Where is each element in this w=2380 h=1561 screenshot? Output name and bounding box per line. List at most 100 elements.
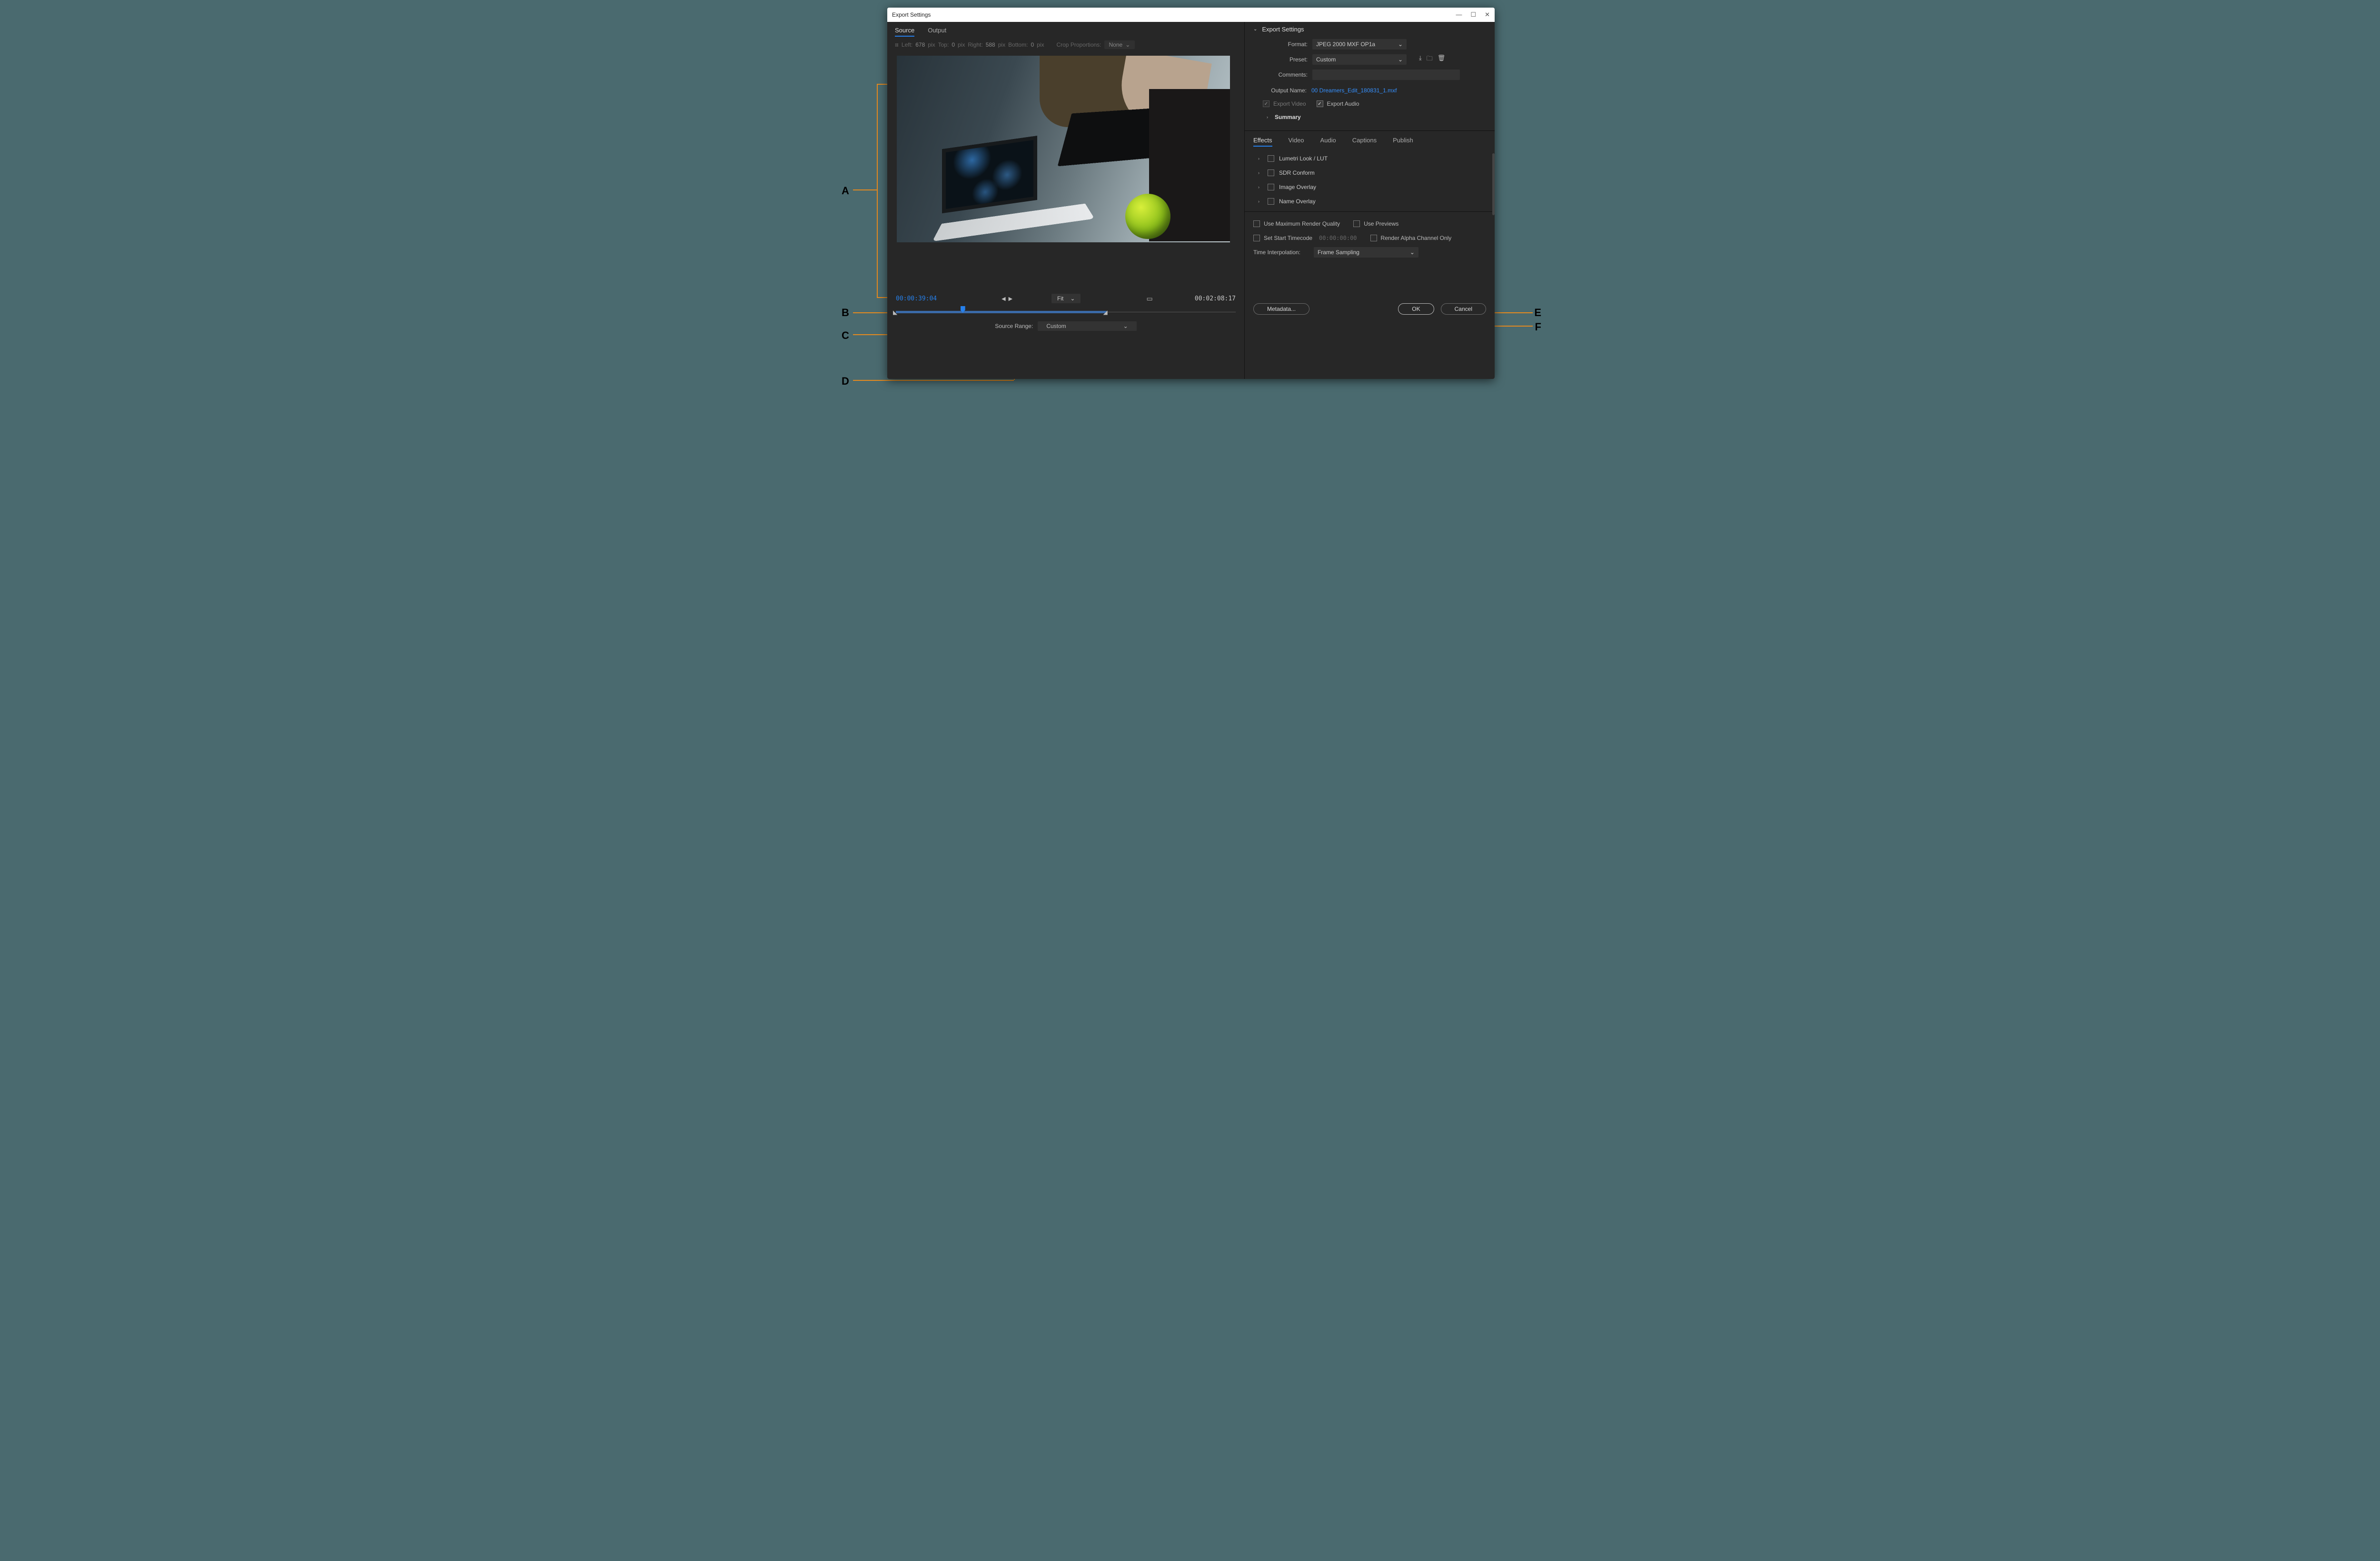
- annotation-line: [853, 189, 877, 190]
- max-render-quality-label: Use Maximum Render Quality: [1264, 220, 1340, 227]
- tab-video[interactable]: Video: [1289, 137, 1304, 147]
- save-preset-icon[interactable]: ⤓: [1419, 54, 1422, 65]
- time-interpolation-dropdown[interactable]: Frame Sampling ⌄: [1314, 247, 1418, 258]
- effect-lumetri-label: Lumetri Look / LUT: [1279, 155, 1328, 162]
- annotation-line: [877, 84, 878, 297]
- source-range-label: Source Range:: [995, 323, 1033, 329]
- minimize-icon[interactable]: —: [1456, 11, 1462, 19]
- effect-name-overlay-checkbox[interactable]: [1268, 198, 1274, 205]
- crop-top-label: Top:: [938, 41, 949, 48]
- export-video-label: Export Video: [1273, 100, 1306, 107]
- export-audio-checkbox[interactable]: [1317, 100, 1323, 107]
- chevron-right-icon: ›: [1258, 156, 1263, 161]
- effect-lumetri[interactable]: › Lumetri Look / LUT: [1256, 151, 1491, 166]
- tab-output[interactable]: Output: [928, 27, 946, 37]
- timecode-current[interactable]: 00:00:39:04: [896, 295, 937, 302]
- window-title: Export Settings: [892, 11, 931, 18]
- zoom-value: Fit: [1057, 295, 1063, 302]
- crop-icon[interactable]: ⌗: [895, 41, 899, 49]
- zoom-dropdown[interactable]: Fit ⌄: [1051, 294, 1081, 303]
- timeline[interactable]: ◣ ◢: [896, 307, 1236, 318]
- export-audio-label: Export Audio: [1327, 100, 1359, 107]
- output-name-link[interactable]: 00 Dreamers_Edit_180831_1.mxf: [1311, 87, 1397, 94]
- preview-area[interactable]: [897, 56, 1230, 242]
- crop-right-unit: pix: [998, 41, 1005, 48]
- annotation-line: [853, 380, 1014, 381]
- format-label: Format:: [1270, 41, 1308, 48]
- effects-list: › Lumetri Look / LUT › SDR Conform › Ima…: [1245, 149, 1495, 211]
- format-value: JPEG 2000 MXF OP1a: [1316, 41, 1375, 48]
- time-interpolation-label: Time Interpolation:: [1253, 249, 1300, 256]
- preview-image: [897, 56, 1230, 242]
- use-previews-checkbox[interactable]: [1353, 220, 1360, 227]
- comments-input[interactable]: [1312, 70, 1460, 80]
- effect-lumetri-checkbox[interactable]: [1268, 155, 1274, 162]
- chevron-right-icon: ›: [1258, 170, 1263, 175]
- crop-proportions-value: None: [1109, 41, 1123, 48]
- comments-label: Comments:: [1270, 71, 1308, 78]
- crop-proportions-dropdown[interactable]: None ⌄: [1104, 40, 1135, 49]
- preset-value: Custom: [1316, 56, 1336, 63]
- tab-captions[interactable]: Captions: [1352, 137, 1377, 147]
- crop-right-label: Right:: [968, 41, 982, 48]
- max-render-quality-checkbox[interactable]: [1253, 220, 1260, 227]
- delete-preset-icon[interactable]: 🗑: [1438, 54, 1446, 65]
- summary-label[interactable]: Summary: [1275, 114, 1301, 120]
- tab-audio[interactable]: Audio: [1320, 137, 1336, 147]
- aspect-ratio-icon[interactable]: ▭: [1146, 295, 1152, 303]
- export-video-checkbox: [1263, 100, 1269, 107]
- effect-image-overlay-checkbox[interactable]: [1268, 184, 1274, 190]
- preset-dropdown[interactable]: Custom ⌄: [1312, 54, 1407, 65]
- import-preset-icon[interactable]: 🗀: [1427, 54, 1433, 65]
- chevron-down-icon: ⌄: [1410, 249, 1415, 256]
- chevron-right-icon[interactable]: ›: [1267, 115, 1268, 119]
- annotation-D: D: [842, 375, 849, 388]
- format-dropdown[interactable]: JPEG 2000 MXF OP1a ⌄: [1312, 39, 1407, 50]
- set-start-timecode-value: 00:00:00:00: [1319, 235, 1357, 241]
- chevron-down-icon: ⌄: [1125, 41, 1130, 48]
- use-previews-label: Use Previews: [1364, 220, 1398, 227]
- titlebar[interactable]: Export Settings — ☐ ✕: [887, 8, 1495, 22]
- source-range-value: Custom: [1046, 323, 1066, 329]
- source-range-dropdown[interactable]: Custom ⌄: [1038, 321, 1136, 331]
- tab-effects[interactable]: Effects: [1253, 137, 1272, 147]
- ok-button[interactable]: OK: [1398, 303, 1434, 315]
- in-point-handle[interactable]: ◣: [893, 309, 899, 316]
- metadata-button[interactable]: Metadata...: [1253, 303, 1309, 315]
- tab-source[interactable]: Source: [895, 27, 914, 37]
- out-point-handle[interactable]: ◢: [1103, 309, 1109, 316]
- crop-bottom-label: Bottom:: [1008, 41, 1028, 48]
- crop-top-value[interactable]: 0: [952, 41, 955, 48]
- chevron-down-icon[interactable]: ⌄: [1253, 27, 1257, 32]
- close-icon[interactable]: ✕: [1485, 11, 1490, 19]
- set-start-timecode-label: Set Start Timecode: [1264, 235, 1312, 241]
- timecode-duration: 00:02:08:17: [1195, 295, 1236, 302]
- crop-left-value[interactable]: 678: [915, 41, 925, 48]
- output-name-label: Output Name:: [1263, 87, 1307, 94]
- crop-right-value[interactable]: 588: [986, 41, 995, 48]
- scrollbar[interactable]: [1492, 153, 1495, 215]
- chevron-down-icon: ⌄: [1398, 41, 1403, 48]
- render-alpha-label: Render Alpha Channel Only: [1381, 235, 1452, 241]
- effect-sdr[interactable]: › SDR Conform: [1256, 166, 1491, 180]
- set-start-timecode-checkbox[interactable]: [1253, 235, 1260, 241]
- crop-bottom-value[interactable]: 0: [1031, 41, 1034, 48]
- effect-name-overlay-label: Name Overlay: [1279, 198, 1316, 205]
- maximize-icon[interactable]: ☐: [1470, 11, 1476, 19]
- timeline-range[interactable]: [896, 311, 1107, 313]
- step-back-icon[interactable]: ◀: [1002, 296, 1005, 302]
- effect-sdr-label: SDR Conform: [1279, 169, 1315, 176]
- effect-image-overlay[interactable]: › Image Overlay: [1256, 180, 1491, 194]
- step-forward-icon[interactable]: ▶: [1009, 296, 1012, 302]
- tab-publish[interactable]: Publish: [1393, 137, 1413, 147]
- annotation-A: A: [842, 185, 849, 197]
- effect-sdr-checkbox[interactable]: [1268, 169, 1274, 176]
- effect-name-overlay[interactable]: › Name Overlay: [1256, 194, 1491, 209]
- cancel-button[interactable]: Cancel: [1441, 303, 1486, 315]
- section-export-settings: Export Settings: [1262, 26, 1304, 33]
- chevron-right-icon: ›: [1258, 199, 1263, 204]
- crop-toolbar: ⌗ Left: 678 pix Top: 0 pix Right: 588 pi…: [887, 39, 1244, 52]
- render-alpha-checkbox[interactable]: [1370, 235, 1377, 241]
- chevron-right-icon: ›: [1258, 185, 1263, 189]
- chevron-down-icon: ⌄: [1123, 323, 1128, 329]
